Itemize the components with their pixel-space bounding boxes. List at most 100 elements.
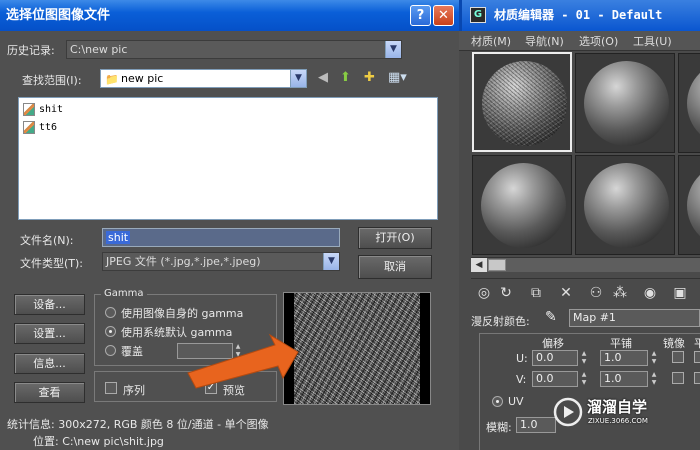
help-button[interactable]: ? [410, 5, 431, 26]
image-file-icon [23, 102, 35, 116]
lookin-value: new pic [121, 72, 164, 85]
get-material-icon[interactable]: ◎ [475, 284, 493, 302]
u-tiling-spinner[interactable]: ▲ ▼ [650, 350, 658, 366]
close-button[interactable]: ✕ [433, 5, 454, 26]
v-tiling-input[interactable]: 1.0 [600, 371, 648, 387]
list-item[interactable]: shit [23, 101, 63, 117]
list-item[interactable]: tt6 [23, 119, 57, 135]
material-effects-icon[interactable]: ▣ [671, 284, 689, 302]
history-dropdown[interactable]: C:\new pic ▼ [66, 40, 402, 59]
sequence-preview-group: 序列 ✓ 预览 [94, 371, 277, 402]
u-offset-spinner[interactable]: ▲ ▼ [580, 350, 588, 366]
blur-input[interactable]: 1.0 [516, 417, 556, 433]
v-mirror-checkbox[interactable] [672, 372, 684, 384]
setup-button[interactable]: 设备... [14, 294, 85, 315]
sequence-label: 序列 [123, 384, 145, 397]
settings-button[interactable]: 设置... [14, 323, 85, 344]
gamma-override-radio[interactable] [105, 345, 116, 356]
gamma-legend: Gamma [101, 288, 147, 299]
u-label: U: [516, 352, 528, 365]
material-toolbar: ◎ ↻ ⧉ ✕ ⚇ ⁂ ◉ ▣ [471, 278, 700, 306]
info-button[interactable]: 信息... [14, 353, 85, 374]
u-tiling-input[interactable]: 1.0 [600, 350, 648, 366]
material-slot-3[interactable] [678, 53, 700, 153]
slots-scrollbar[interactable]: ◀ [471, 257, 700, 272]
copy-material-icon[interactable]: ⚇ [587, 284, 605, 302]
material-sphere [584, 163, 669, 248]
sequence-checkbox[interactable] [105, 382, 117, 394]
view-menu-icon[interactable]: ▦▾ [388, 70, 407, 85]
filetype-value: JPEG 文件 (*.jpg,*.jpe,*.jpeg) [106, 255, 261, 268]
assign-to-selection-icon[interactable]: ⧉ [527, 284, 545, 302]
tile-header: 平 [694, 337, 700, 350]
filetype-label: 文件类型(T): [20, 257, 84, 270]
filename-input[interactable]: shit [102, 228, 340, 247]
preview-checkbox[interactable]: ✓ [205, 382, 217, 394]
material-slot-1[interactable] [472, 52, 572, 152]
up-folder-icon[interactable]: ⬆ [340, 70, 351, 85]
menu-options[interactable]: 选项(O) [579, 33, 618, 49]
gamma-system-radio[interactable] [105, 326, 116, 337]
file-name: tt6 [39, 121, 58, 133]
material-editor-menubar: 材质(M) 导航(N) 选项(O) 工具(U) [459, 31, 700, 51]
gamma-override-input[interactable] [177, 343, 233, 359]
open-button[interactable]: 打开(O) [358, 227, 432, 249]
scroll-left-icon[interactable]: ◀ [471, 258, 487, 272]
offset-header: 偏移 [542, 337, 564, 350]
put-to-scene-icon[interactable]: ↻ [497, 284, 515, 302]
eyedropper-icon[interactable]: ✎ [545, 309, 557, 325]
gamma-override-label: 覆盖 [121, 345, 143, 358]
chevron-down-icon[interactable]: ▼ [385, 41, 401, 58]
location-text: 位置: C:\new pic\shit.jpg [33, 435, 164, 448]
reset-map-icon[interactable]: ✕ [557, 284, 575, 302]
diffuse-row: 漫反射颜色: ✎ Map #1 [459, 309, 700, 329]
material-editor-titlebar: G 材质编辑器 - 01 - Default [459, 0, 700, 31]
material-sphere [481, 163, 566, 248]
u-tile-checkbox[interactable] [694, 351, 700, 363]
u-mirror-checkbox[interactable] [672, 351, 684, 363]
new-folder-icon[interactable]: ✚ [364, 70, 375, 85]
v-tiling-spinner[interactable]: ▲ ▼ [650, 371, 658, 387]
watermark-logo-icon [553, 397, 583, 427]
material-slot-5[interactable] [575, 155, 675, 255]
dialog-titlebar: 选择位图图像文件 ? ✕ [0, 0, 459, 31]
filetype-dropdown[interactable]: JPEG 文件 (*.jpg,*.jpe,*.jpeg) ▼ [102, 252, 340, 271]
folder-icon: 📁 [105, 73, 119, 86]
cancel-button[interactable]: 取消 [358, 255, 432, 279]
bitmap-file-dialog: 选择位图图像文件 ? ✕ 历史记录: C:\new pic ▼ 查找范围(I):… [0, 0, 459, 450]
put-to-library-icon[interactable]: ◉ [641, 284, 659, 302]
material-sphere [687, 163, 700, 248]
v-offset-input[interactable]: 0.0 [532, 371, 578, 387]
gamma-own-radio[interactable] [105, 307, 116, 318]
material-sphere [687, 61, 700, 146]
material-slot-4[interactable] [472, 155, 572, 255]
menu-material[interactable]: 材质(M) [471, 33, 511, 49]
u-offset-input[interactable]: 0.0 [532, 350, 578, 366]
view-button[interactable]: 查看 [14, 382, 85, 403]
gamma-system-label: 使用系统默认 gamma [121, 326, 233, 339]
file-name: shit [39, 103, 64, 115]
diffuse-label: 漫反射颜色: [471, 315, 530, 328]
chevron-down-icon[interactable]: ▼ [323, 253, 339, 270]
back-icon[interactable]: ◀ [318, 70, 328, 85]
material-slot-6[interactable] [678, 155, 700, 255]
v-tile-checkbox[interactable] [694, 372, 700, 384]
menu-tools[interactable]: 工具(U) [633, 33, 672, 49]
material-slot-2[interactable] [575, 53, 675, 153]
menu-navigation[interactable]: 导航(N) [525, 33, 564, 49]
file-list[interactable]: shit tt6 [18, 97, 438, 220]
lookin-dropdown[interactable]: 📁 new pic ▼ [100, 69, 307, 88]
v-offset-spinner[interactable]: ▲ ▼ [580, 371, 588, 387]
gamma-spinner[interactable]: ▲ ▼ [234, 343, 242, 359]
material-sphere [584, 61, 669, 146]
make-unique-icon[interactable]: ⁂ [611, 284, 629, 302]
uv-label: UV [508, 395, 524, 408]
chevron-down-icon[interactable]: ▼ [290, 70, 306, 87]
material-editor-title: 材质编辑器 - 01 - Default [494, 8, 663, 22]
preview-image [294, 293, 420, 404]
uv-radio[interactable] [492, 396, 503, 407]
scrollbar-thumb[interactable] [488, 259, 506, 271]
material-editor-window: G 材质编辑器 - 01 - Default 材质(M) 导航(N) 选项(O)… [459, 0, 700, 450]
map-name-field[interactable]: Map #1 [569, 309, 700, 327]
history-label: 历史记录: [7, 44, 55, 57]
